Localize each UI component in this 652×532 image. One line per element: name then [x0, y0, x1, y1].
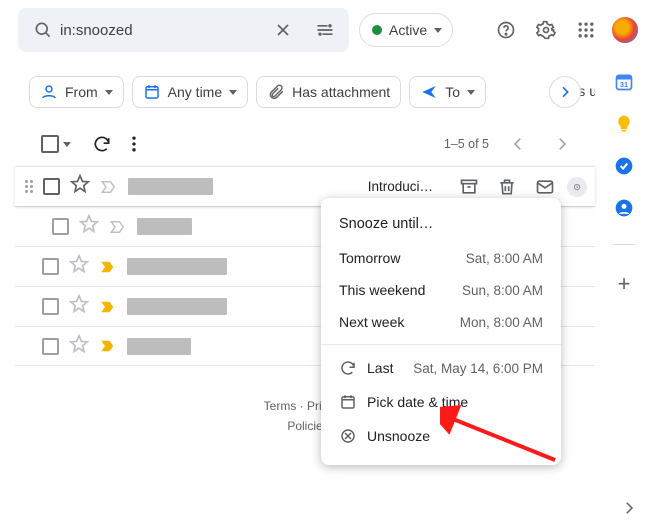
importance-icon[interactable] [99, 298, 117, 316]
calendar-app-icon[interactable]: 31 [614, 72, 634, 92]
caret-down-icon [434, 28, 442, 33]
search-input[interactable] [60, 22, 259, 39]
pager: 1–5 of 5 [444, 129, 577, 159]
menu-separator [321, 344, 561, 345]
row-checkbox[interactable] [42, 258, 59, 275]
drag-handle-icon[interactable] [25, 180, 33, 193]
filter-from-label: From [65, 84, 98, 100]
archive-icon[interactable] [459, 177, 479, 197]
snooze-option-label: Last [367, 360, 393, 376]
importance-icon[interactable] [109, 218, 127, 236]
row-hover-actions [459, 177, 581, 197]
snooze-option-tomorrow[interactable]: Tomorrow Sat, 8:00 AM [321, 242, 561, 274]
history-icon [339, 359, 357, 377]
filter-to[interactable]: To [409, 76, 486, 108]
filter-from[interactable]: From [29, 76, 124, 108]
settings-gear-icon[interactable] [528, 12, 564, 48]
tasks-app-icon[interactable] [614, 156, 634, 176]
search-options-icon[interactable] [307, 12, 343, 48]
snooze-icon[interactable] [567, 177, 587, 197]
cancel-circle-icon [339, 427, 357, 445]
snooze-option-label: Pick date & time [367, 394, 468, 410]
star-icon[interactable] [69, 334, 89, 359]
snooze-option-last[interactable]: Last Sat, May 14, 6:00 PM [321, 351, 561, 385]
snooze-option-when: Sun, 8:00 AM [462, 283, 543, 298]
filter-to-label: To [445, 84, 460, 100]
snooze-option-nextweek[interactable]: Next week Mon, 8:00 AM [321, 306, 561, 338]
snooze-option-when: Sat, May 14, 6:00 PM [413, 361, 543, 376]
status-dot-icon [372, 25, 382, 35]
select-all-caret-icon[interactable] [63, 142, 71, 147]
header-actions [488, 12, 640, 48]
apps-grid-icon[interactable] [568, 12, 604, 48]
caret-down-icon [467, 90, 475, 95]
snooze-menu: Snooze until… Tomorrow Sat, 8:00 AM This… [321, 198, 561, 465]
snooze-option-unsnooze[interactable]: Unsnooze [321, 419, 561, 453]
app-header: Active [0, 0, 652, 64]
pager-range: 1–5 of 5 [444, 137, 489, 151]
caret-down-icon [229, 90, 237, 95]
filter-anytime[interactable]: Any time [132, 76, 248, 108]
sender-redacted [137, 218, 192, 235]
pager-prev[interactable] [503, 129, 533, 159]
snooze-option-pick[interactable]: Pick date & time [321, 385, 561, 419]
svg-text:31: 31 [620, 80, 628, 89]
snooze-option-when: Sat, 8:00 AM [466, 251, 543, 266]
contacts-app-icon[interactable] [614, 198, 634, 218]
row-checkbox[interactable] [42, 298, 59, 315]
mark-unread-icon[interactable] [535, 177, 555, 197]
snooze-option-weekend[interactable]: This weekend Sun, 8:00 AM [321, 274, 561, 306]
snooze-menu-title: Snooze until… [321, 210, 561, 242]
status-chip[interactable]: Active [359, 13, 453, 47]
delete-icon[interactable] [497, 177, 517, 197]
filter-anytime-label: Any time [168, 84, 222, 100]
star-icon[interactable] [69, 254, 89, 279]
snooze-option-label: This weekend [339, 282, 425, 298]
importance-icon[interactable] [99, 337, 117, 355]
help-icon[interactable] [488, 12, 524, 48]
caret-down-icon [105, 90, 113, 95]
importance-icon[interactable] [99, 258, 117, 276]
sender-redacted [127, 258, 227, 275]
star-icon[interactable] [69, 294, 89, 319]
account-avatar[interactable] [610, 15, 640, 45]
row-checkbox[interactable] [43, 178, 60, 195]
row-subject: Introduci… [368, 179, 435, 194]
pager-next[interactable] [547, 129, 577, 159]
calendar-icon [339, 393, 357, 411]
sender-redacted [127, 338, 191, 355]
refresh-button[interactable] [89, 126, 115, 162]
sender-redacted [127, 298, 227, 315]
side-panel-collapse[interactable] [620, 499, 638, 522]
sender-redacted [128, 178, 213, 195]
row-checkbox[interactable] [52, 218, 69, 235]
filter-attachment[interactable]: Has attachment [256, 76, 401, 108]
importance-icon[interactable] [100, 178, 118, 196]
search-bar[interactable] [18, 8, 349, 52]
side-panel-rail: 31 + [606, 72, 642, 297]
star-icon[interactable] [70, 174, 90, 199]
filter-scroll-right[interactable] [549, 76, 581, 108]
snooze-option-label: Next week [339, 314, 404, 330]
keep-app-icon[interactable] [614, 114, 634, 134]
filter-row: From Any time Has attachment To Is u [15, 62, 595, 122]
snooze-option-label: Tomorrow [339, 250, 400, 266]
snooze-option-when: Mon, 8:00 AM [460, 315, 543, 330]
snooze-option-label: Unsnooze [367, 428, 430, 444]
search-icon [32, 12, 54, 48]
select-all-checkbox[interactable] [41, 135, 59, 153]
filter-attachment-label: Has attachment [292, 84, 390, 100]
status-chip-label: Active [389, 22, 427, 38]
star-icon[interactable] [79, 214, 99, 239]
list-toolbar: 1–5 of 5 [15, 122, 595, 166]
row-checkbox[interactable] [42, 338, 59, 355]
addons-plus-icon[interactable]: + [618, 271, 631, 297]
clear-icon[interactable] [265, 12, 301, 48]
more-menu-button[interactable] [121, 126, 147, 162]
rail-separator [613, 244, 635, 245]
